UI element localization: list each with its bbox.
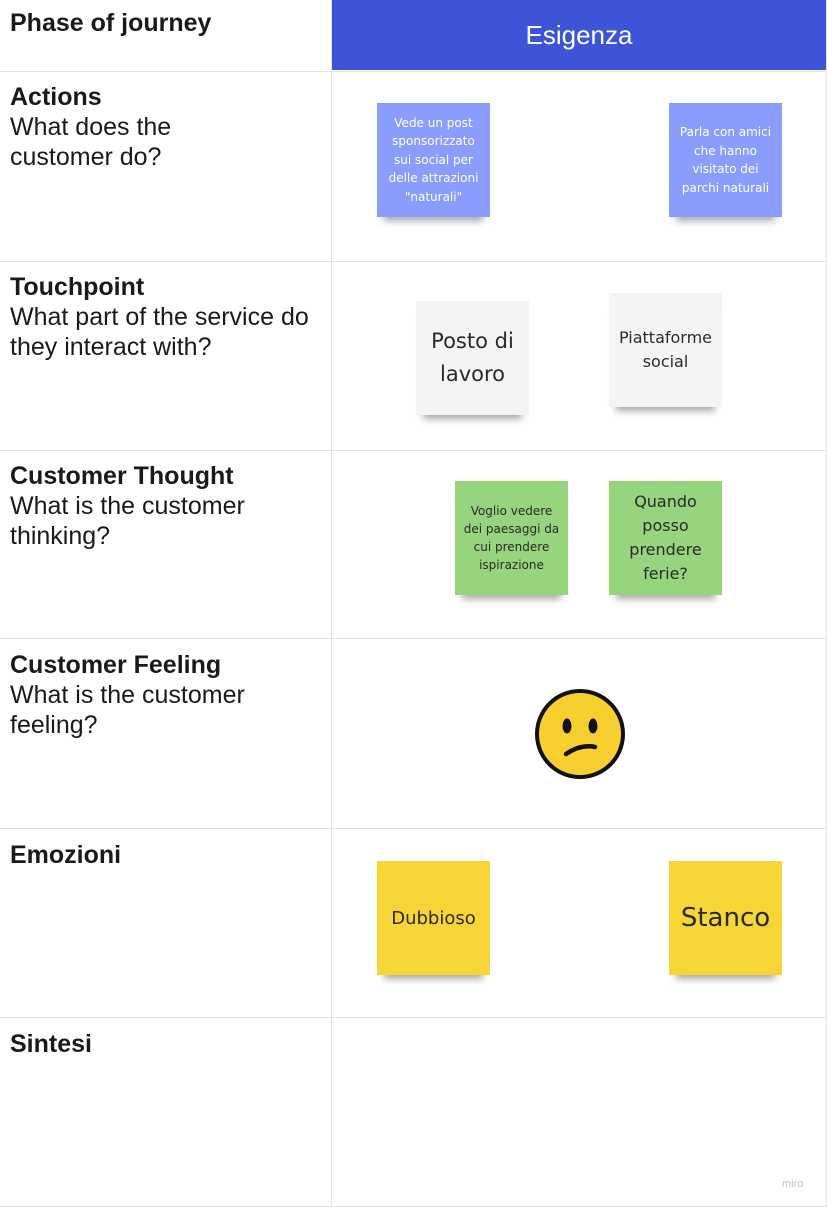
miro-watermark: miro	[782, 1178, 804, 1190]
row-divider	[0, 1017, 827, 1018]
sticky-note-emotion[interactable]: Stanco	[669, 861, 782, 975]
row-divider	[0, 1206, 827, 1207]
sticky-note-action[interactable]: Parla con amici che hanno visitato dei p…	[669, 103, 782, 217]
row-title: Customer Thought	[10, 462, 234, 490]
column-divider	[331, 0, 332, 1206]
row-title: Sintesi	[10, 1030, 92, 1058]
sticky-note-action[interactable]: Vede un post sponsorizzato sui social pe…	[377, 103, 490, 217]
sticky-text: Voglio vedere dei paesaggi da cui prende…	[463, 504, 560, 572]
sticky-note-thought[interactable]: Voglio vedere dei paesaggi da cui prende…	[455, 481, 568, 595]
sticky-note-touchpoint[interactable]: Posto di lavoro	[416, 301, 529, 415]
sticky-text: Posto di lavoro	[431, 329, 514, 386]
journey-map-board: Phase of journey Esigenza Actions What d…	[0, 0, 827, 1208]
phase-label: Esigenza	[525, 19, 633, 50]
row-divider	[0, 450, 827, 451]
row-label-touchpoint: Touchpoint What part of the service do t…	[10, 272, 325, 362]
corner-label: Phase of journey	[10, 9, 212, 37]
row-divider	[0, 638, 827, 639]
row-subtitle: What is the customer feeling?	[10, 681, 245, 739]
sticky-text: Parla con amici che hanno visitato dei p…	[679, 125, 772, 195]
confused-face-icon[interactable]	[535, 689, 625, 779]
sticky-note-touchpoint[interactable]: Piattaforme social	[609, 293, 722, 407]
sticky-text: Quando posso prendere ferie?	[629, 492, 702, 583]
row-label-emozioni: Emozioni	[10, 840, 325, 870]
row-label-sintesi: Sintesi	[10, 1029, 325, 1059]
row-title: Customer Feeling	[10, 651, 222, 679]
sticky-text: Stanco	[680, 903, 771, 933]
row-divider	[0, 261, 827, 262]
row-title: Actions	[10, 83, 102, 111]
row-subtitle: What part of the service do they interac…	[10, 303, 309, 361]
row-label-customer-thought: Customer Thought What is the customer th…	[10, 461, 325, 551]
row-title: Touchpoint	[10, 273, 145, 301]
sticky-text: Piattaforme social	[618, 328, 713, 371]
row-subtitle: What does the customer do?	[10, 113, 172, 171]
sticky-note-thought[interactable]: Quando posso prendere ferie?	[609, 481, 722, 595]
sticky-note-emotion[interactable]: Dubbioso	[377, 861, 490, 975]
row-subtitle: What is the customer thinking?	[10, 492, 245, 550]
phase-of-journey-label: Phase of journey	[10, 8, 325, 38]
phase-header-esigenza[interactable]: Esigenza	[332, 0, 826, 70]
row-label-customer-feeling: Customer Feeling What is the customer fe…	[10, 650, 325, 740]
sticky-text: Dubbioso	[391, 907, 476, 929]
row-divider	[0, 71, 827, 72]
row-divider	[0, 828, 827, 829]
sticky-text: Vede un post sponsorizzato sui social pe…	[388, 115, 479, 204]
row-title: Emozioni	[10, 841, 122, 869]
row-label-actions: Actions What does the customer do?	[10, 82, 325, 172]
